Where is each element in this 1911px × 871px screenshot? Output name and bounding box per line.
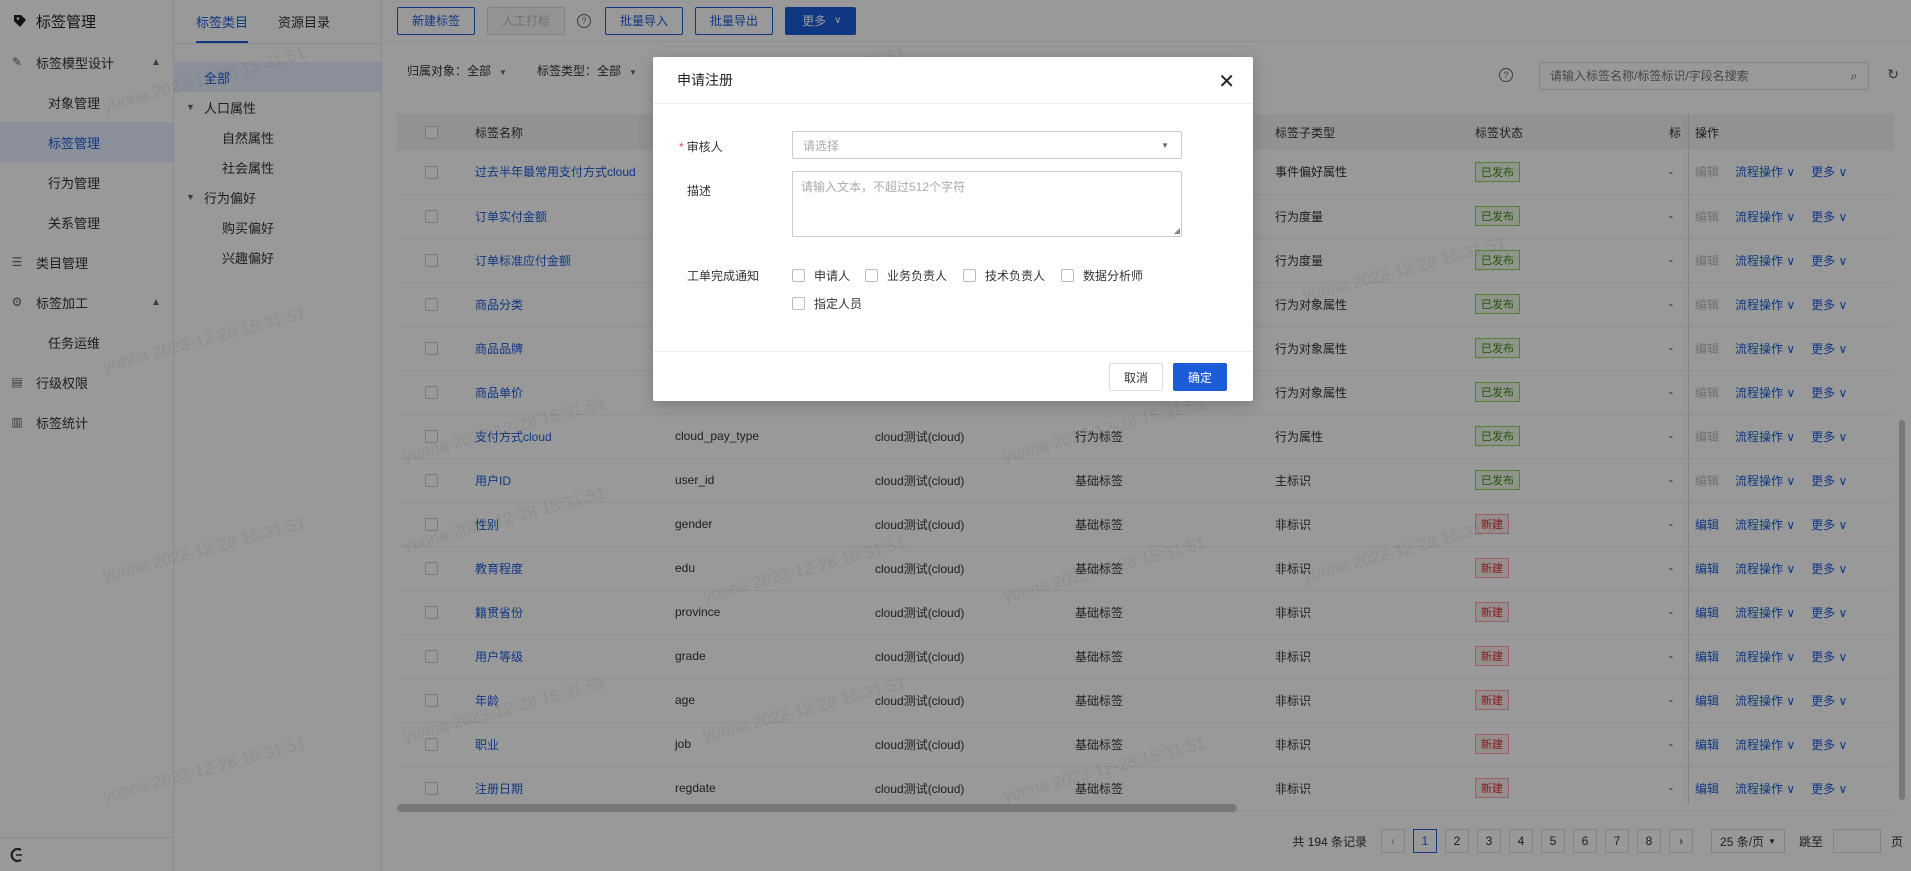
checkbox-label: 技术负责人: [985, 269, 1046, 283]
checkbox[interactable]: [1061, 269, 1074, 282]
notify-applicant-checkbox[interactable]: 申请人: [792, 267, 850, 284]
dialog-footer: 取消 确定: [653, 351, 1253, 401]
dialog-header: 申请注册 ✕: [653, 57, 1253, 104]
confirm-button[interactable]: 确定: [1173, 363, 1228, 391]
checkbox[interactable]: [792, 297, 805, 310]
register-dialog: 申请注册 ✕ * 审核人 请选择 ▼ 描述 请输入文本，不超过512个字符 ◢ 工…: [653, 57, 1253, 401]
description-placeholder: 请输入文本，不超过512个字符: [801, 180, 966, 194]
description-textarea[interactable]: 请输入文本，不超过512个字符 ◢: [792, 171, 1182, 237]
close-icon[interactable]: ✕: [1218, 69, 1235, 94]
checkbox-label: 数据分析师: [1083, 269, 1144, 283]
description-label: 描述: [687, 184, 712, 198]
checkbox[interactable]: [792, 269, 805, 282]
notify-row: 工单完成通知: [653, 267, 791, 284]
checkbox[interactable]: [963, 269, 976, 282]
notify-business-owner-checkbox[interactable]: 业务负责人: [865, 267, 947, 284]
notify-label: 工单完成通知: [687, 269, 760, 283]
reviewer-select[interactable]: 请选择 ▼: [792, 131, 1182, 159]
checkbox[interactable]: [865, 269, 878, 282]
reviewer-label-text: 审核人: [686, 140, 723, 154]
reviewer-label: * 审核人: [653, 131, 791, 155]
checkbox-label: 申请人: [814, 269, 851, 283]
required-mark: *: [679, 140, 684, 154]
description-row: 描述: [653, 175, 791, 199]
caret-down-icon: ▼: [1161, 140, 1169, 150]
checkbox-label: 指定人员: [814, 297, 863, 311]
checkbox-label: 业务负责人: [887, 269, 948, 283]
reviewer-row: * 审核人: [653, 131, 791, 155]
notify-designated-checkbox[interactable]: 指定人员: [792, 295, 862, 312]
dialog-title: 申请注册: [677, 72, 733, 88]
cancel-button[interactable]: 取消: [1109, 363, 1164, 391]
notify-tech-owner-checkbox[interactable]: 技术负责人: [963, 267, 1045, 284]
reviewer-placeholder: 请选择: [803, 138, 840, 153]
resize-grip-icon[interactable]: ◢: [1174, 226, 1180, 235]
notify-analyst-checkbox[interactable]: 数据分析师: [1061, 267, 1143, 284]
